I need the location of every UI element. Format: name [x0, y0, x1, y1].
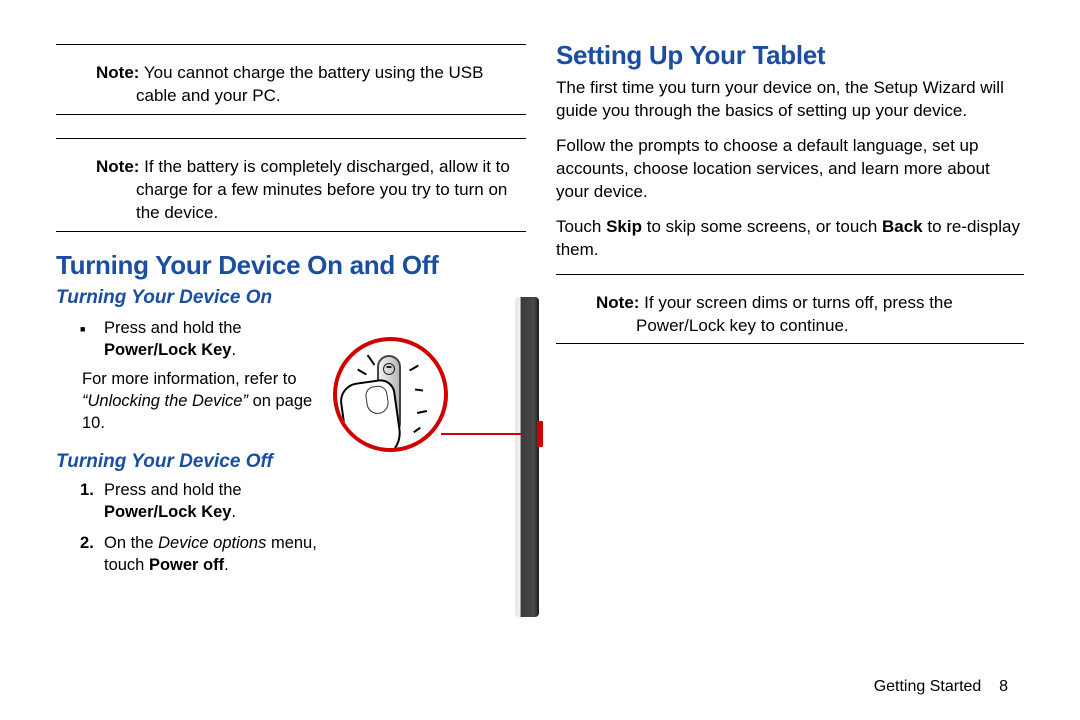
instruction-text: Press and hold the Power/Lock Key. For m… [56, 313, 319, 585]
rule [556, 343, 1024, 344]
heading-turn-on-off: Turning Your Device On and Off [56, 250, 526, 281]
note-label: Note: [596, 293, 639, 312]
steps-list: Press and hold the Power/Lock Key. On th… [56, 479, 319, 577]
device-options-label: Device options [158, 534, 266, 552]
text: to skip some screens, or touch [642, 217, 882, 236]
text: Press and hold the [104, 481, 242, 499]
page-footer: Getting Started 8 [874, 678, 1008, 696]
note-discharged: Note: If the battery is completely disch… [56, 156, 526, 225]
page-content: Note: You cannot charge the battery usin… [0, 0, 1080, 660]
footer-section: Getting Started [874, 678, 982, 695]
rule [56, 44, 526, 45]
rule [56, 231, 526, 232]
press-mark-icon [413, 427, 421, 433]
note-text: If your screen dims or turns off, press … [636, 293, 953, 335]
press-mark-icon [417, 410, 427, 414]
two-col-block: Press and hold the Power/Lock Key. For m… [56, 313, 526, 585]
power-lock-key-label: Power/Lock Key [104, 341, 231, 359]
footer-page-number: 8 [999, 678, 1008, 695]
text: Press and hold the [104, 319, 242, 337]
power-lock-key-label: Power/Lock Key [104, 503, 231, 521]
callout-circle [333, 337, 448, 452]
text: On the [104, 534, 158, 552]
text: . [231, 341, 236, 359]
rule [56, 114, 526, 115]
back-label: Back [882, 217, 923, 236]
note-text: You cannot charge the battery using the … [136, 63, 483, 105]
setup-prompts: Follow the prompts to choose a default l… [556, 135, 1024, 204]
note-text: If the battery is completely discharged,… [136, 157, 510, 222]
text: For more information, refer to [82, 370, 297, 388]
rule [56, 138, 526, 139]
hand-press-icon [337, 377, 404, 452]
rule [556, 274, 1024, 275]
cross-reference: For more information, refer to “Unlockin… [56, 368, 319, 435]
device-illustration [339, 297, 539, 617]
skip-back-instruction: Touch Skip to skip some screens, or touc… [556, 216, 1024, 262]
right-column: Setting Up Your Tablet The first time yo… [556, 40, 1024, 660]
text: Touch [556, 217, 606, 236]
bullet-list: Press and hold the Power/Lock Key. [56, 317, 319, 362]
note-label: Note: [96, 63, 139, 82]
subheading-turn-off: Turning Your Device Off [56, 449, 319, 475]
skip-label: Skip [606, 217, 642, 236]
note-screen-dim: Note: If your screen dims or turns off, … [556, 292, 1024, 338]
press-mark-icon [409, 364, 419, 371]
press-mark-icon [366, 354, 375, 365]
press-mark-icon [357, 368, 367, 375]
press-mark-icon [415, 388, 423, 391]
power-button-highlight [537, 421, 543, 447]
ref-title: “Unlocking the Device” [82, 392, 248, 410]
text: . [224, 556, 229, 574]
left-column: Note: You cannot charge the battery usin… [56, 40, 526, 660]
bullet-press-hold: Press and hold the Power/Lock Key. [104, 317, 319, 362]
illustration-area [319, 313, 526, 585]
power-off-label: Power off [149, 556, 224, 574]
note-label: Note: [96, 157, 139, 176]
heading-setup-tablet: Setting Up Your Tablet [556, 40, 1024, 71]
text: . [231, 503, 236, 521]
step-power-off: On the Device options menu, touch Power … [104, 532, 319, 577]
tablet-side-icon [515, 297, 539, 617]
callout-line [441, 433, 521, 435]
step-press-hold: Press and hold the Power/Lock Key. [104, 479, 319, 524]
note-no-usb-charge: Note: You cannot charge the battery usin… [56, 62, 526, 108]
setup-wizard-intro: The first time you turn your device on, … [556, 77, 1024, 123]
